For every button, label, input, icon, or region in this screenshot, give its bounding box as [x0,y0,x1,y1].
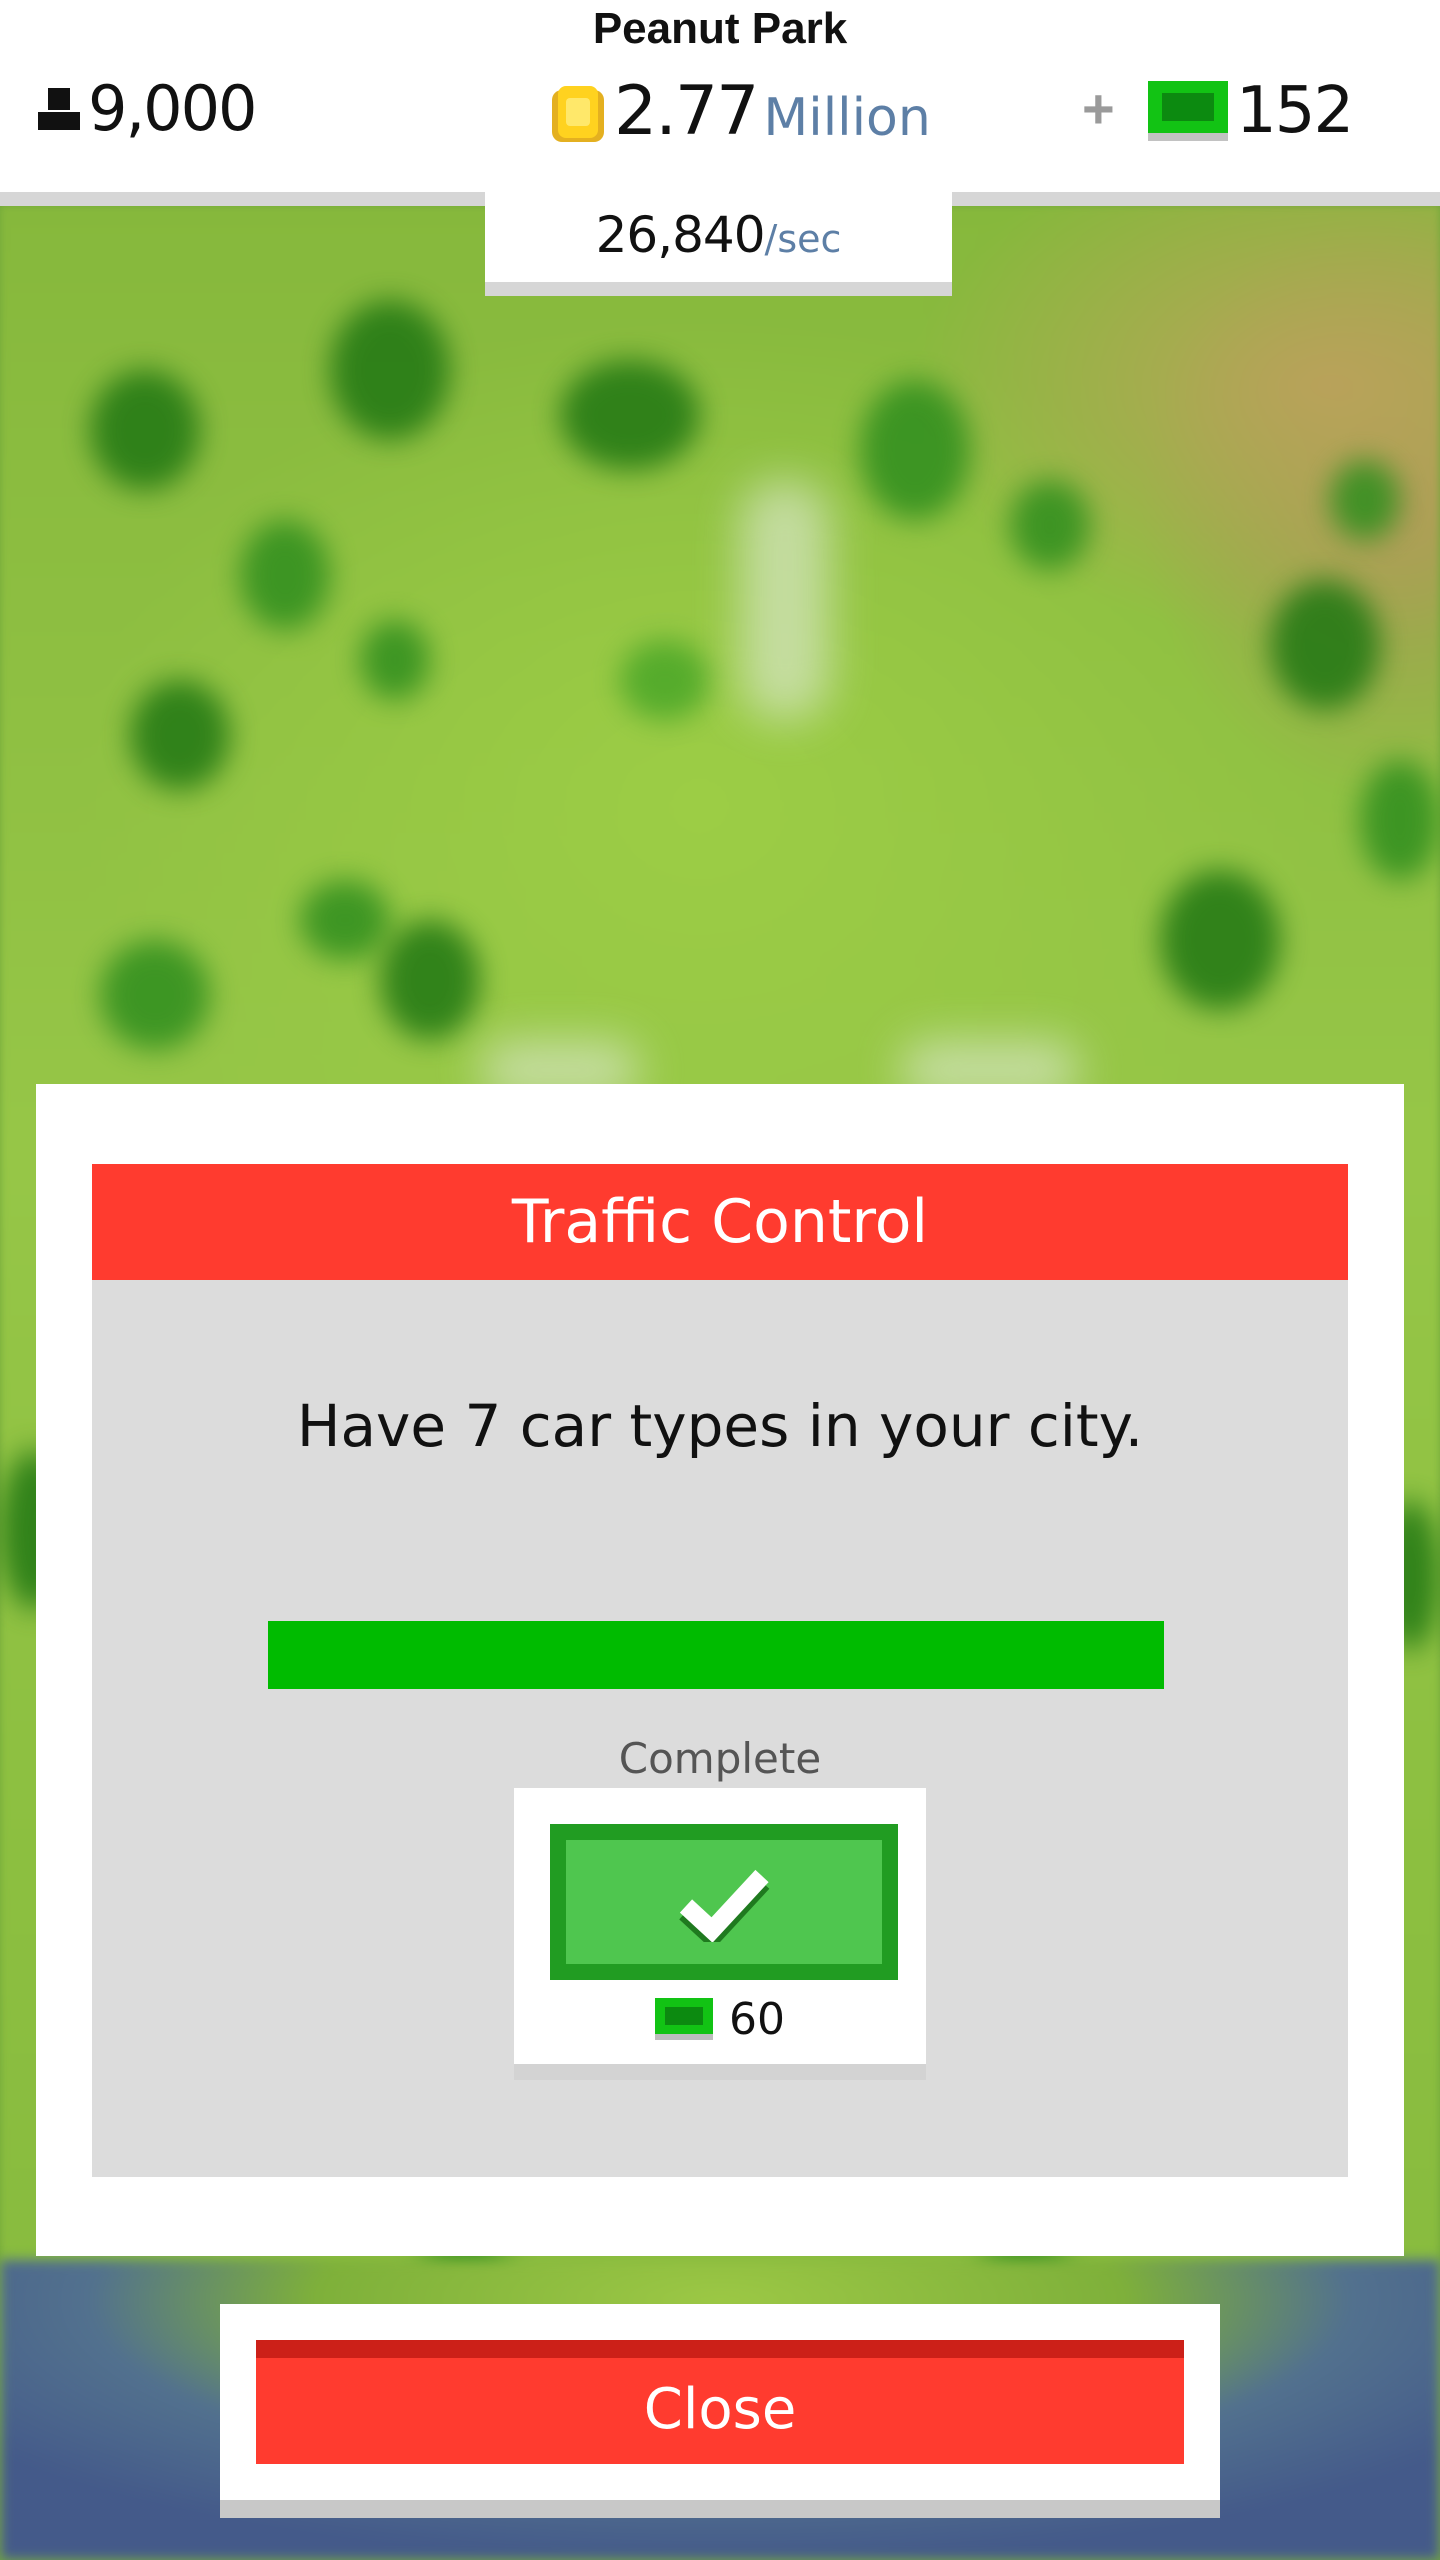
checkmark-icon [679,1869,770,1942]
coin-icon [552,85,604,142]
money-value: 2.77 [614,72,759,151]
achievement-dialog: Traffic Control Have 7 car types in your… [36,1084,1404,2256]
task-description: Have 7 car types in your city. [296,1392,1144,1460]
income-unit: /sec [764,217,842,261]
dialog-body: Have 7 car types in your city. Complete … [92,1280,1348,2177]
cash-counter[interactable]: 152 [1148,74,1354,148]
close-button[interactable]: Close [256,2340,1184,2464]
reward-amount: 60 [729,1994,785,2045]
income-value: 26,840 [595,206,766,264]
population-value: 9,000 [88,72,257,145]
close-button-frame: Close [220,2304,1220,2518]
population-counter: 9,000 [36,72,257,145]
money-unit: Million [763,87,931,148]
plus-icon[interactable]: + [1082,76,1115,141]
cash-value: 152 [1236,74,1354,148]
cash-icon [1148,81,1228,141]
reward-amount-row: 60 [514,1994,926,2045]
reward-card: 60 [514,1788,926,2080]
progress-fill [268,1621,1164,1689]
city-name: Peanut Park [592,4,848,53]
progress-bar [268,1621,1164,1689]
status-label: Complete [618,1734,822,1783]
money-counter: 2.77 Million [552,72,931,151]
cash-icon [655,1997,713,2042]
person-icon [38,87,80,130]
income-rate-tab: 26,840/sec [485,192,952,296]
dialog-title: Traffic Control [92,1164,1348,1280]
claim-reward-button[interactable] [550,1824,898,1980]
resource-header: Peanut Park 9,000 2.77 Million + 152 [0,0,1440,206]
